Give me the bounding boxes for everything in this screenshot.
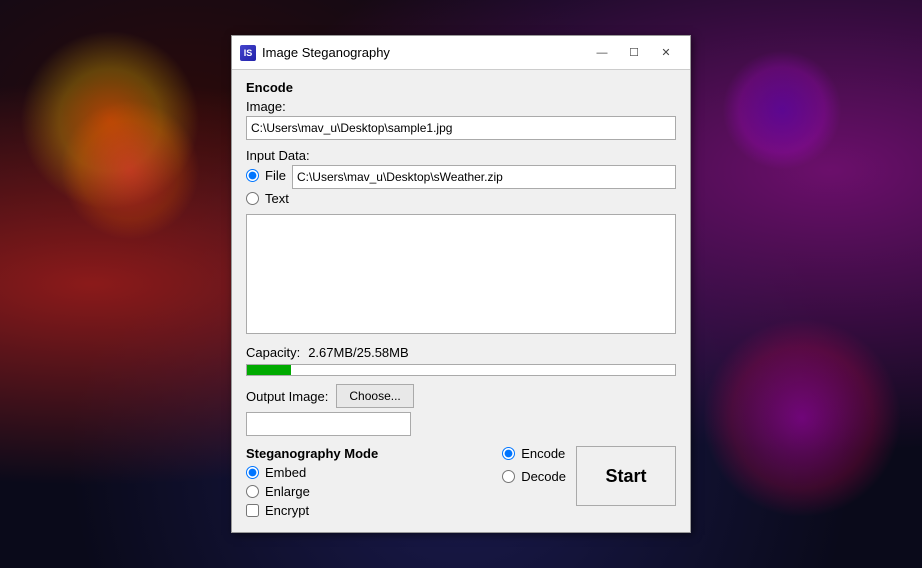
encode-radio[interactable] [502, 447, 515, 460]
close-button[interactable]: ✕ [650, 41, 682, 65]
progress-bar-container [246, 364, 676, 376]
file-radio-label[interactable]: File [246, 168, 286, 183]
choose-button[interactable]: Choose... [336, 384, 413, 408]
title-bar-left: IS Image Steganography [240, 45, 390, 61]
encrypt-checkbox-label[interactable]: Encrypt [246, 503, 484, 518]
encrypt-checkbox[interactable] [246, 504, 259, 517]
output-label: Output Image: [246, 389, 328, 404]
steg-mode-label: Steganography Mode [246, 446, 484, 461]
encode-section-label: Encode [246, 80, 676, 95]
file-input-row: File [246, 165, 676, 189]
decode-radio[interactable] [502, 470, 515, 483]
output-path-input[interactable] [246, 412, 411, 436]
file-radio[interactable] [246, 169, 259, 182]
capacity-label: Capacity: [246, 345, 300, 360]
steg-mode-section: Steganography Mode Embed Enlarge Encrypt [246, 446, 484, 518]
app-icon: IS [240, 45, 256, 61]
main-window: IS Image Steganography — ☐ ✕ Encode Imag… [231, 35, 691, 533]
embed-radio-label[interactable]: Embed [246, 465, 484, 480]
output-row: Output Image: Choose... [246, 384, 676, 408]
progress-bar-fill [247, 365, 291, 375]
capacity-value: 2.67MB/25.58MB [308, 345, 408, 360]
start-button[interactable]: Start [576, 446, 676, 506]
encode-decode-section: Encode Decode [502, 446, 566, 488]
decode-radio-label[interactable]: Decode [502, 469, 566, 484]
enlarge-radio-label[interactable]: Enlarge [246, 484, 484, 499]
text-radio[interactable] [246, 192, 259, 205]
window-content: Encode Image: Input Data: File Text Capa… [232, 70, 690, 532]
image-path-input[interactable] [246, 116, 676, 140]
enlarge-radio[interactable] [246, 485, 259, 498]
encode-radio-label[interactable]: Encode [502, 446, 566, 461]
title-bar: IS Image Steganography — ☐ ✕ [232, 36, 690, 70]
embed-radio[interactable] [246, 466, 259, 479]
bottom-section: Steganography Mode Embed Enlarge Encrypt [246, 446, 676, 518]
maximize-button[interactable]: ☐ [618, 41, 650, 65]
capacity-row: Capacity: 2.67MB/25.58MB [246, 345, 676, 360]
input-data-section: Input Data: File Text [246, 148, 676, 337]
file-path-input[interactable] [292, 165, 676, 189]
bottom-right: Encode Decode Start [494, 446, 676, 506]
text-radio-label[interactable]: Text [246, 191, 676, 206]
minimize-button[interactable]: — [586, 41, 618, 65]
input-data-label: Input Data: [246, 148, 676, 163]
window-controls: — ☐ ✕ [586, 41, 682, 65]
image-label: Image: [246, 99, 676, 114]
window-title: Image Steganography [262, 45, 390, 60]
text-textarea[interactable] [246, 214, 676, 334]
